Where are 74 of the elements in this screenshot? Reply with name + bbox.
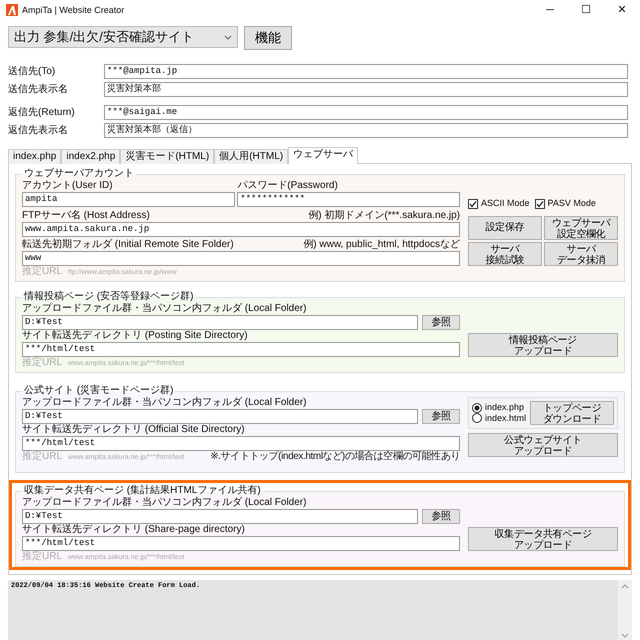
- field-label: 送信先(To): [8, 66, 56, 78]
- field-label: 転送先初期フォルダ (Initial Remote Site Folder): [22, 239, 234, 251]
- hint-text: 例) www, public_html, httpdocsなど: [303, 239, 460, 251]
- upload-button[interactable]: 収集データ共有ページ アップロード: [468, 527, 618, 551]
- checkbox-label[interactable]: ASCII Mode: [481, 198, 530, 209]
- text-field[interactable]: www: [22, 251, 460, 266]
- field-label: サイト転送先ディレクトリ (Posting Site Directory): [22, 330, 248, 342]
- section-title: 情報投稿ページ (安否等登録ページ群): [22, 291, 194, 302]
- radio-button[interactable]: [472, 413, 482, 424]
- minimize-button[interactable]: ─: [532, 0, 568, 20]
- section-title: 公式サイト (災害モードページ群): [23, 385, 174, 396]
- field-label: アップロードファイル群・当パソコン内フォルダ (Local Folder): [22, 497, 308, 509]
- text-field[interactable]: www.ampita.sakura.ne.jp: [22, 222, 460, 236]
- site-select[interactable]: 出力 参集/出欠/安否確認サイト: [8, 26, 238, 48]
- action-button[interactable]: ウェブサーバ 設定空欄化: [544, 216, 618, 240]
- browse-button[interactable]: 参照: [422, 509, 460, 524]
- upload-button[interactable]: 公式ウェブサイト アップロード: [468, 433, 618, 457]
- text-field[interactable]: 災害対策本部（返信）: [104, 123, 628, 138]
- url-label: 推定URL: [22, 357, 62, 369]
- text-field[interactable]: D:¥Test: [22, 509, 418, 524]
- browse-button[interactable]: 参照: [422, 409, 460, 424]
- field-label: FTPサーバ名 (Host Address): [22, 210, 150, 222]
- app-icon: [6, 4, 18, 16]
- field-label: アップロードファイル群・当パソコン内フォルダ (Local Folder): [22, 303, 308, 315]
- browse-button[interactable]: 参照: [422, 315, 460, 330]
- url-label: 推定URL: [22, 551, 62, 563]
- tab[interactable]: 個人用(HTML): [214, 149, 288, 164]
- caret-icon: [224, 34, 232, 40]
- field-label: 返信先(Return): [8, 106, 76, 118]
- field-label: サイト転送先ディレクトリ (Official Site Directory): [22, 424, 245, 436]
- tab[interactable]: 災害モード(HTML): [120, 149, 214, 164]
- scroll-down-icon: [621, 633, 629, 638]
- action-button[interactable]: サーバ 接続試験: [468, 242, 542, 266]
- note-text: ※.サイトトップ(index.htmlなど)の場合は空欄の可能性あり: [210, 451, 460, 463]
- text-field[interactable]: ***/html/test: [22, 436, 460, 451]
- upload-button[interactable]: 情報投稿ページ アップロード: [468, 333, 618, 357]
- text-field[interactable]: ***@ampita.jp: [104, 64, 628, 79]
- tab[interactable]: ウェブサーバ: [288, 147, 358, 164]
- action-button[interactable]: 設定保存: [468, 216, 542, 240]
- action-button[interactable]: サーバ データ抹消: [544, 242, 618, 266]
- scroll-up-icon: [621, 584, 629, 589]
- tab[interactable]: index2.php: [61, 149, 120, 164]
- radio-label[interactable]: index.php: [485, 402, 524, 413]
- radio-label[interactable]: index.html: [485, 413, 526, 424]
- text-field[interactable]: ***/html/test: [22, 342, 460, 357]
- text-field[interactable]: ***@saigai.me: [104, 105, 628, 120]
- text-field[interactable]: D:¥Test: [22, 409, 418, 424]
- scrollbar[interactable]: [618, 580, 632, 640]
- text-field[interactable]: D:¥Test: [22, 315, 418, 330]
- text-field[interactable]: ampita: [22, 192, 235, 207]
- checkbox-icon[interactable]: [468, 198, 478, 209]
- url-label: 推定URL: [22, 451, 62, 463]
- text-field[interactable]: ************: [237, 192, 460, 207]
- field-label: サイト転送先ディレクトリ (Share-page directory): [22, 524, 245, 536]
- function-button[interactable]: 機能: [244, 26, 292, 50]
- field-label: アップロードファイル群・当パソコン内フォルダ (Local Folder): [22, 397, 308, 409]
- text-field[interactable]: ***/html/test: [22, 536, 460, 551]
- close-button[interactable]: ✕: [604, 0, 640, 20]
- radio-button[interactable]: [472, 402, 482, 413]
- window-title: AmpiTa | Website Creator: [22, 4, 124, 16]
- field-label: アカウント(User ID): [22, 180, 114, 192]
- section-title: 収集データ共有ページ (集計結果HTMLファイル共有): [23, 485, 262, 496]
- section-title: ウェブサーバアカウント: [23, 168, 135, 180]
- field-label: 送信先表示名: [8, 84, 69, 96]
- field-label: パスワード(Password): [237, 180, 339, 192]
- url-label: 推定URL: [22, 266, 62, 278]
- hint-text: 例) 初期ドメイン(***.sakura.ne.jp): [308, 210, 460, 222]
- maximize-button[interactable]: ☐: [568, 0, 604, 20]
- text-field[interactable]: 災害対策本部: [104, 82, 628, 97]
- tab[interactable]: index.php: [8, 149, 62, 164]
- checkbox-icon[interactable]: [534, 198, 545, 209]
- download-button[interactable]: トップページ ダウンロード: [530, 401, 614, 425]
- field-label: 返信先表示名: [8, 124, 69, 136]
- checkbox-label[interactable]: PASV Mode: [548, 198, 596, 209]
